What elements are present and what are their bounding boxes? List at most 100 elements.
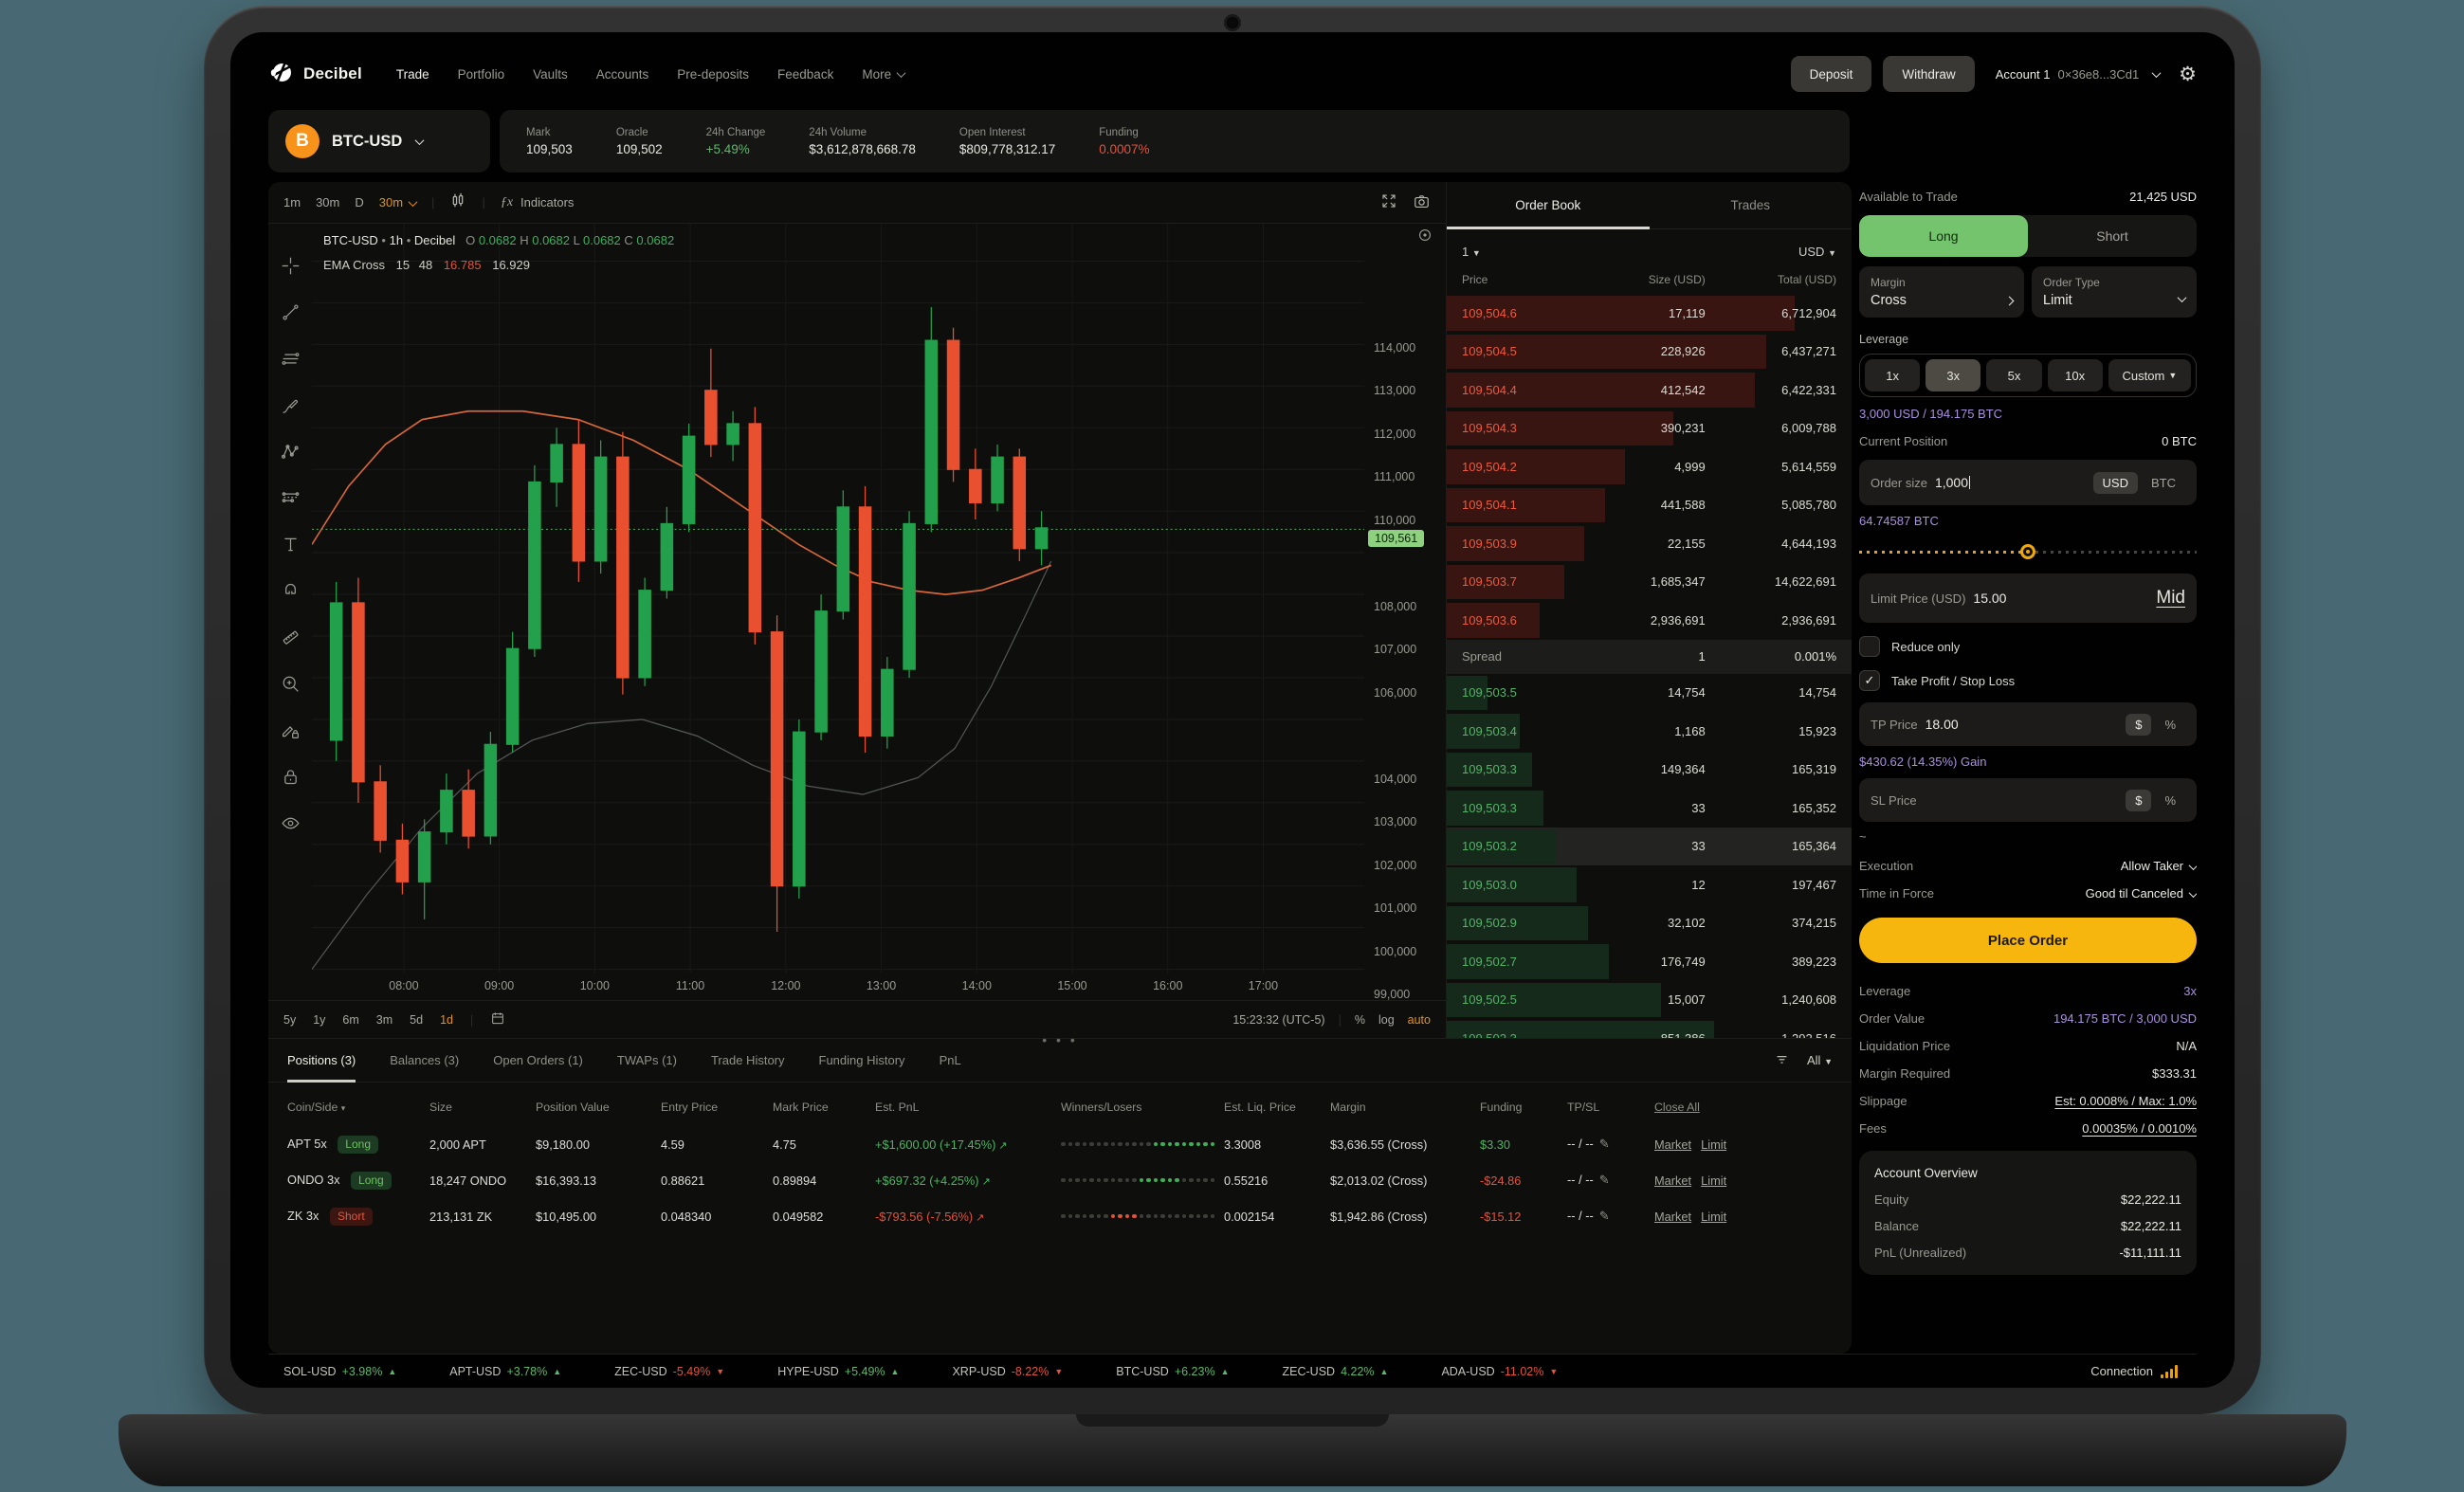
parallel-channel-icon[interactable] (281, 349, 301, 372)
time-axis[interactable]: 08:0009:0010:0011:0012:0013:0014:0015:00… (312, 973, 1364, 1000)
place-order-button[interactable]: Place Order (1859, 918, 2197, 963)
price-axis[interactable]: 114,000113,000112,000111,000110,000108,0… (1364, 224, 1446, 1000)
orderbook-bid-row[interactable]: 109,503.233165,364 (1447, 828, 1852, 866)
mid-price-button[interactable]: Mid (2156, 588, 2185, 609)
tp-sl[interactable]: -- / --✎ (1567, 1209, 1654, 1224)
orderbook-bid-row[interactable]: 109,503.3149,364165,319 (1447, 751, 1852, 790)
tab-order-book[interactable]: Order Book (1447, 182, 1650, 228)
interval-active[interactable]: 30m (379, 195, 416, 209)
orderbook-ask-row[interactable]: 109,503.71,685,34714,622,691 (1447, 563, 1852, 602)
order-size-slider[interactable] (1859, 543, 2197, 560)
tpsl-checkbox[interactable]: ✓ Take Profit / Stop Loss (1859, 670, 2197, 691)
axis-settings-icon[interactable] (1417, 227, 1433, 1023)
trend-line-icon[interactable] (281, 302, 301, 325)
order-type-select[interactable]: Order Type Limit (2032, 266, 2197, 318)
limit-price-input[interactable]: Limit Price (USD) 15.00 Mid (1859, 573, 2197, 623)
orderbook-ask-row[interactable]: 109,503.922,1554,644,193 (1447, 524, 1852, 563)
tab-balances-3-[interactable]: Balances (3) (390, 1039, 459, 1082)
order-size-input[interactable]: Order size 1,000 USD BTC (1859, 460, 2197, 505)
nav-item-portfolio[interactable]: Portfolio (458, 67, 505, 82)
lock-icon[interactable] (281, 767, 301, 790)
ticker-hype-usd[interactable]: HYPE-USD+5.49%▲ (777, 1365, 899, 1378)
range-1y[interactable]: 1y (313, 1013, 325, 1027)
tp-dollar-button[interactable]: $ (2126, 714, 2151, 736)
ticker-zec-usd[interactable]: ZEC-USD-5.49%▼ (614, 1365, 724, 1378)
close-limit-link[interactable]: Limit (1701, 1174, 1726, 1188)
orderbook-bid-row[interactable]: 109,503.514,75414,754 (1447, 674, 1852, 713)
tp-price-input[interactable]: TP Price 18.00 $ % (1859, 702, 2197, 746)
deposit-button[interactable]: Deposit (1791, 56, 1872, 92)
tab-open-orders-1-[interactable]: Open Orders (1) (493, 1039, 583, 1082)
leverage-custom[interactable]: Custom▼ (2108, 359, 2191, 391)
calendar-icon[interactable] (490, 1010, 505, 1028)
orderbook-ask-row[interactable]: 109,504.5228,9266,437,271 (1447, 333, 1852, 372)
chart-canvas[interactable]: BTC-USD • 1h • Decibel O 0.0682 H 0.0682… (312, 224, 1364, 973)
tab-trades[interactable]: Trades (1650, 182, 1853, 228)
orderbook-bid-row[interactable]: 109,503.333165,352 (1447, 789, 1852, 828)
panel-resize-handle[interactable]: • • • (1042, 1032, 1077, 1047)
orderbook-ask-row[interactable]: 109,504.617,1196,712,904 (1447, 294, 1852, 333)
est-pnl[interactable]: +$1,600.00 (+17.45%)↗ (875, 1137, 1061, 1152)
brand[interactable]: Decibel (268, 60, 362, 88)
nav-item-accounts[interactable]: Accounts (596, 67, 649, 82)
depth-select[interactable]: 1 ▼ (1462, 245, 1481, 259)
orderbook-bid-row[interactable]: 109,502.7176,749389,223 (1447, 942, 1852, 981)
col-header-close-all[interactable]: Close All (1654, 1101, 1833, 1114)
range-5y[interactable]: 5y (283, 1013, 296, 1027)
gear-icon[interactable]: ⚙ (2179, 63, 2197, 86)
clock-timezone[interactable]: 15:23:32 (UTC-5) (1232, 1013, 1324, 1027)
interval-1m[interactable]: 1m (283, 195, 301, 209)
sl-percent-button[interactable]: % (2155, 790, 2185, 811)
est-pnl[interactable]: -$793.56 (-7.56%)↗ (875, 1210, 1061, 1224)
interval-D[interactable]: D (355, 195, 363, 209)
magnet-icon[interactable] (281, 581, 301, 604)
xabcd-pattern-icon[interactable] (281, 442, 301, 464)
pencil-lock-icon[interactable] (281, 720, 301, 743)
eye-icon[interactable] (281, 813, 301, 836)
close-market-link[interactable]: Market (1654, 1174, 1691, 1188)
nav-item-vaults[interactable]: Vaults (533, 67, 568, 82)
withdraw-button[interactable]: Withdraw (1883, 56, 1974, 92)
nav-item-pre-deposits[interactable]: Pre-deposits (677, 67, 749, 82)
percent-scale-button[interactable]: % (1355, 1013, 1365, 1027)
orderbook-bid-row[interactable]: 109,503.012197,467 (1447, 865, 1852, 904)
orderbook-bid-row[interactable]: 109,503.41,16815,923 (1447, 712, 1852, 751)
symbol-selector[interactable]: B BTC-USD (268, 110, 490, 173)
tif-select[interactable]: Good til Canceled (2086, 886, 2197, 901)
text-icon[interactable] (281, 535, 301, 557)
leverage-10x[interactable]: 10x (2048, 359, 2103, 391)
nav-item-trade[interactable]: Trade (396, 67, 429, 82)
tp-sl[interactable]: -- / --✎ (1567, 1173, 1654, 1188)
ticker-sol-usd[interactable]: SOL-USD+3.98%▲ (283, 1365, 396, 1378)
slider-knob[interactable] (2020, 544, 2035, 559)
margin-mode-select[interactable]: Margin Cross (1859, 266, 2024, 318)
orderbook-ask-row[interactable]: 109,504.4412,5426,422,331 (1447, 371, 1852, 409)
unit-btc-button[interactable]: BTC (2142, 472, 2185, 494)
screenshot-camera-icon[interactable] (1413, 192, 1431, 213)
tp-percent-button[interactable]: % (2155, 714, 2185, 736)
leverage-1x[interactable]: 1x (1865, 359, 1920, 391)
tab-positions-3-[interactable]: Positions (3) (287, 1039, 356, 1082)
long-button[interactable]: Long (1859, 215, 2028, 257)
brush-icon[interactable] (281, 395, 301, 418)
nav-item-more[interactable]: More (862, 67, 904, 82)
tab-funding-history[interactable]: Funding History (819, 1039, 905, 1082)
reduce-only-checkbox[interactable]: Reduce only (1859, 636, 2197, 657)
log-scale-button[interactable]: log (1378, 1013, 1395, 1027)
denom-select[interactable]: USD ▼ (1798, 245, 1836, 259)
close-market-link[interactable]: Market (1654, 1137, 1691, 1152)
ticker-zec-usd[interactable]: ZEC-USD4.22%▲ (1283, 1365, 1389, 1378)
candle-style-icon[interactable] (449, 192, 466, 212)
leverage-3x[interactable]: 3x (1926, 359, 1980, 391)
short-button[interactable]: Short (2028, 215, 2197, 257)
indicators-button[interactable]: ƒx Indicators (501, 195, 575, 210)
orderbook-ask-row[interactable]: 109,504.24,9995,614,559 (1447, 447, 1852, 486)
unit-usd-button[interactable]: USD (2093, 472, 2138, 494)
zoom-in-icon[interactable] (281, 674, 301, 697)
close-limit-link[interactable]: Limit (1701, 1210, 1726, 1224)
position-row[interactable]: ZK 3x Short213,131 ZK$10,495.000.0483400… (268, 1198, 1852, 1234)
filter-icon[interactable] (1774, 1051, 1790, 1070)
orderbook-bid-row[interactable]: 109,502.932,102374,215 (1447, 904, 1852, 943)
est-pnl[interactable]: +$697.32 (+4.25%)↗ (875, 1174, 1061, 1188)
tp-sl[interactable]: -- / --✎ (1567, 1137, 1654, 1152)
